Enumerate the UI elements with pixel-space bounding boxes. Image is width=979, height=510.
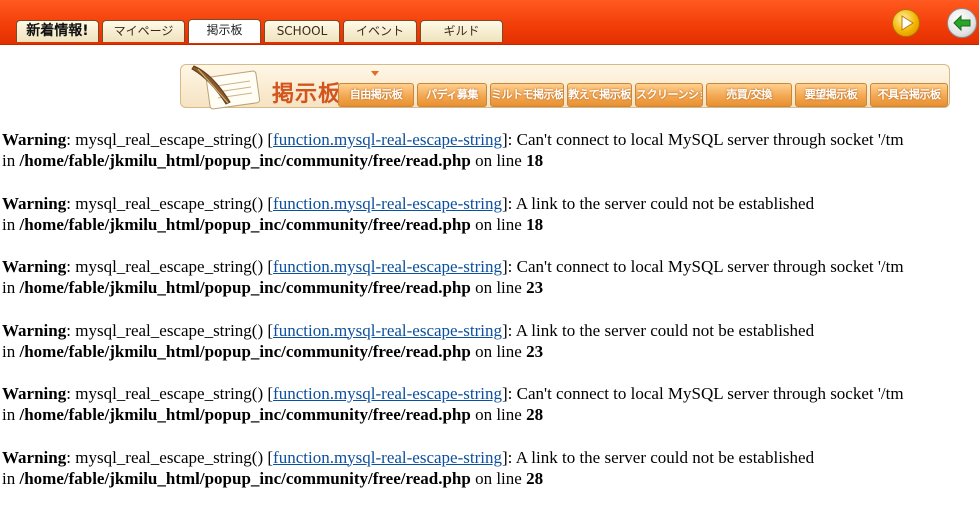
- in-label: in: [2, 469, 15, 488]
- line-number: 18: [526, 151, 543, 170]
- on-line-label: on line: [475, 278, 522, 297]
- warning-message: Can't connect to local MySQL server thro…: [517, 384, 904, 403]
- subtab-free-board[interactable]: 自由掲示板: [338, 83, 414, 107]
- in-label: in: [2, 278, 15, 297]
- on-line-label: on line: [475, 215, 522, 234]
- php-warning: Warning: mysql_real_escape_string() [fun…: [2, 129, 979, 193]
- php-warning: Warning: mysql_real_escape_string() [fun…: [2, 193, 979, 257]
- function-doc-link[interactable]: function.mysql-real-escape-string: [273, 130, 502, 149]
- top-nav-bar: 新着情報! マイページ 掲示板 SCHOOL イベント ギルド: [0, 0, 979, 45]
- tab-event[interactable]: イベント: [343, 20, 417, 42]
- file-path: /home/fable/jkmilu_html/popup_inc/commun…: [19, 215, 470, 234]
- function-name: mysql_real_escape_string(): [75, 321, 263, 340]
- in-label: in: [2, 405, 15, 424]
- line-number: 28: [526, 405, 543, 424]
- subtab-miltomo-board[interactable]: ミルトモ掲示板: [490, 83, 564, 107]
- function-doc-link[interactable]: function.mysql-real-escape-string: [273, 448, 502, 467]
- line-number: 18: [526, 215, 543, 234]
- warning-message: Can't connect to local MySQL server thro…: [517, 257, 904, 276]
- subtab-screenshot[interactable]: スクリーンショット: [635, 83, 703, 107]
- file-path: /home/fable/jkmilu_html/popup_inc/commun…: [19, 278, 470, 297]
- warning-label: Warning: [2, 130, 66, 149]
- play-icon[interactable]: [892, 9, 920, 37]
- function-doc-link[interactable]: function.mysql-real-escape-string: [273, 257, 502, 276]
- line-number: 23: [526, 342, 543, 361]
- warning-message: A link to the server could not be establ…: [516, 448, 814, 467]
- line-number: 28: [526, 469, 543, 488]
- function-name: mysql_real_escape_string(): [75, 448, 263, 467]
- warning-list: Warning: mysql_real_escape_string() [fun…: [2, 129, 979, 510]
- warning-label: Warning: [2, 448, 66, 467]
- warning-label: Warning: [2, 321, 66, 340]
- in-label: in: [2, 342, 15, 361]
- subtab-bug-board[interactable]: 不具合掲示板: [870, 83, 948, 107]
- php-warning: Warning: mysql_real_escape_string() [fun…: [2, 447, 979, 510]
- tab-news[interactable]: 新着情報!: [16, 20, 99, 42]
- warning-label: Warning: [2, 257, 66, 276]
- subtab-trade[interactable]: 売買/交換: [706, 83, 792, 107]
- function-doc-link[interactable]: function.mysql-real-escape-string: [273, 194, 502, 213]
- on-line-label: on line: [475, 151, 522, 170]
- file-path: /home/fable/jkmilu_html/popup_inc/commun…: [19, 151, 470, 170]
- function-name: mysql_real_escape_string(): [75, 257, 263, 276]
- function-name: mysql_real_escape_string(): [75, 194, 263, 213]
- in-label: in: [2, 151, 15, 170]
- on-line-label: on line: [475, 469, 522, 488]
- warning-message: Can't connect to local MySQL server thro…: [517, 130, 904, 149]
- on-line-label: on line: [475, 405, 522, 424]
- subtab-request-board[interactable]: 要望掲示板: [795, 83, 867, 107]
- php-warning: Warning: mysql_real_escape_string() [fun…: [2, 256, 979, 320]
- warning-message: A link to the server could not be establ…: [516, 194, 814, 213]
- on-line-label: on line: [475, 342, 522, 361]
- warning-message: A link to the server could not be establ…: [516, 321, 814, 340]
- board-title: 掲示板: [272, 76, 341, 108]
- tab-school[interactable]: SCHOOL: [264, 20, 340, 42]
- line-number: 23: [526, 278, 543, 297]
- subtab-party-recruit[interactable]: パディ募集: [417, 83, 487, 107]
- tab-board[interactable]: 掲示板: [188, 19, 261, 43]
- back-arrow-icon[interactable]: [947, 8, 977, 38]
- function-name: mysql_real_escape_string(): [75, 384, 263, 403]
- file-path: /home/fable/jkmilu_html/popup_inc/commun…: [19, 405, 470, 424]
- tab-mypage[interactable]: マイページ: [102, 20, 185, 42]
- in-label: in: [2, 215, 15, 234]
- file-path: /home/fable/jkmilu_html/popup_inc/commun…: [19, 469, 470, 488]
- function-name: mysql_real_escape_string(): [75, 130, 263, 149]
- function-doc-link[interactable]: function.mysql-real-escape-string: [273, 321, 502, 340]
- tab-guild[interactable]: ギルド: [420, 20, 503, 42]
- quill-scroll-icon: [190, 64, 266, 110]
- php-warning: Warning: mysql_real_escape_string() [fun…: [2, 320, 979, 384]
- file-path: /home/fable/jkmilu_html/popup_inc/commun…: [19, 342, 470, 361]
- warning-label: Warning: [2, 384, 66, 403]
- function-doc-link[interactable]: function.mysql-real-escape-string: [273, 384, 502, 403]
- subtab-question-board[interactable]: 教えて掲示板: [567, 83, 632, 107]
- php-warning: Warning: mysql_real_escape_string() [fun…: [2, 383, 979, 447]
- active-subtab-marker: [371, 71, 379, 76]
- warning-label: Warning: [2, 194, 66, 213]
